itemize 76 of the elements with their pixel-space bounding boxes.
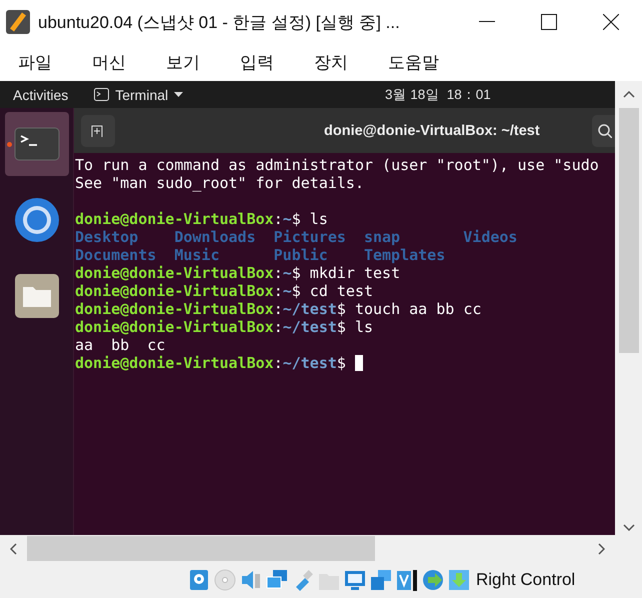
disc-icon[interactable] bbox=[214, 569, 236, 591]
app-icon bbox=[6, 10, 30, 34]
terminal-text: : bbox=[274, 300, 283, 318]
terminal-text: : bbox=[274, 318, 283, 336]
prompt-path: ~ bbox=[282, 282, 292, 300]
terminal-text: : bbox=[274, 354, 283, 372]
running-dot bbox=[6, 142, 12, 147]
prompt-path: ~/test bbox=[282, 318, 337, 336]
audio-icon[interactable] bbox=[240, 569, 262, 591]
directory-name: Downloads bbox=[174, 228, 257, 246]
terminal-title: donie@donie-VirtualBox: ~/test bbox=[324, 122, 540, 138]
menu-item[interactable]: 머신 bbox=[82, 51, 136, 74]
prompt-path: ~ bbox=[282, 264, 292, 282]
prompt-user: donie@donie-VirtualBox bbox=[75, 300, 274, 318]
terminal-text: $ bbox=[336, 354, 346, 372]
terminal-text: $ cd test bbox=[292, 282, 374, 300]
prompt-path: ~/test bbox=[282, 300, 337, 318]
window-title: ubuntu20.04 (스냅샷 01 - 한글 설정) [실행 중] ... bbox=[38, 12, 401, 34]
download-icon[interactable] bbox=[448, 569, 470, 591]
terminal-text: $ ls bbox=[336, 318, 374, 336]
chevron-right-icon bbox=[598, 542, 605, 554]
directory-name: Templates bbox=[364, 246, 446, 264]
scrollbar-thumb[interactable] bbox=[618, 108, 638, 353]
display-icon[interactable] bbox=[344, 569, 366, 591]
directory-name: Videos bbox=[463, 228, 518, 246]
terminal-text: : bbox=[274, 282, 283, 300]
maximize-icon bbox=[541, 14, 557, 30]
prompt-user: donie@donie-VirtualBox bbox=[75, 318, 274, 336]
text-cursor bbox=[354, 355, 363, 371]
prompt-path: ~ bbox=[282, 210, 292, 228]
new-tab-icon bbox=[91, 124, 105, 136]
terminal-text: : bbox=[274, 264, 283, 282]
prompt-user: donie@donie-VirtualBox bbox=[75, 210, 274, 228]
terminal-icon bbox=[14, 127, 60, 161]
clock[interactable]: 3월 18일 18：01 bbox=[385, 86, 491, 104]
terminal-text: $ touch aa bb cc bbox=[336, 300, 482, 318]
directory-name: Public bbox=[274, 246, 329, 264]
caret-icon bbox=[174, 92, 184, 97]
minimize-icon bbox=[479, 21, 495, 23]
menu-item[interactable]: 입력 bbox=[230, 51, 284, 74]
terminal-text: See "man sudo_root" for details. bbox=[75, 174, 364, 192]
chevron-down-icon bbox=[622, 524, 634, 531]
prompt-path: ~/test bbox=[282, 354, 337, 372]
menu-item[interactable]: 파일 bbox=[8, 51, 62, 74]
directory-name: Documents bbox=[75, 246, 158, 264]
terminal-text: aa bb cc bbox=[75, 336, 166, 354]
app-menu-button[interactable]: Terminal bbox=[81, 86, 196, 102]
browser-icon bbox=[14, 197, 60, 243]
search-icon bbox=[598, 124, 612, 138]
terminal-text: To run a command as administrator (user "root"), use "sudo bbox=[75, 156, 599, 174]
new-tab-button[interactable] bbox=[81, 114, 115, 146]
prompt-user: donie@donie-VirtualBox bbox=[75, 354, 274, 372]
prompt-user: donie@donie-VirtualBox bbox=[75, 264, 274, 282]
scrollbar-thumb[interactable] bbox=[27, 536, 375, 561]
terminal-icon bbox=[94, 88, 110, 101]
terminal-text: : bbox=[274, 210, 283, 228]
search-button[interactable] bbox=[592, 114, 615, 146]
chevron-up-icon bbox=[622, 91, 634, 98]
host-key-label: Right Control bbox=[476, 570, 576, 590]
windows-icon[interactable] bbox=[370, 569, 392, 591]
terminal-text: $ ls bbox=[292, 210, 328, 228]
chevron-left-icon bbox=[10, 542, 17, 554]
menu-item[interactable]: 장치 bbox=[304, 51, 358, 74]
terminal-text: $ mkdir test bbox=[292, 264, 400, 282]
directory-name: Desktop bbox=[75, 228, 140, 246]
directory-name: Pictures bbox=[274, 228, 347, 246]
menu-item[interactable]: 보기 bbox=[156, 51, 210, 74]
close-icon bbox=[603, 14, 619, 30]
menu-item[interactable]: 도움말 bbox=[378, 51, 449, 74]
directory-name: Music bbox=[174, 246, 220, 264]
prompt-user: donie@donie-VirtualBox bbox=[75, 282, 274, 300]
folder-icon bbox=[14, 273, 60, 319]
directory-name: snap bbox=[364, 228, 402, 246]
v-icon[interactable] bbox=[396, 569, 418, 591]
activities-button[interactable]: Activities bbox=[0, 86, 82, 102]
network-icon[interactable] bbox=[266, 569, 288, 591]
